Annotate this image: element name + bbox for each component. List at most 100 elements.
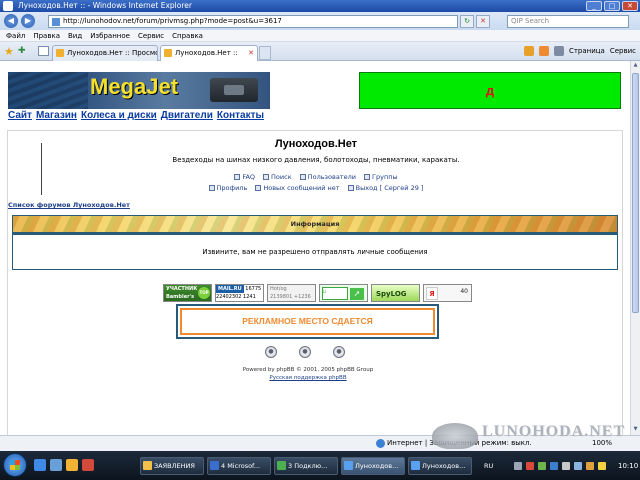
taskbar-button-folder[interactable]: ЗАЯВЛЕНИЯ (140, 457, 204, 475)
tray-display-icon[interactable] (574, 462, 582, 470)
stop-button[interactable]: ✕ (476, 15, 490, 28)
green-banner[interactable]: д (359, 72, 621, 109)
scrollbar-thumb[interactable] (632, 73, 639, 313)
nav-link-wheels[interactable]: Колеса и диски (81, 110, 157, 121)
faq-link[interactable]: FAQ (234, 173, 255, 181)
info-message: Извините, вам не разрешено отправлять ли… (202, 248, 428, 256)
add-favorites-icon[interactable]: ✚ (18, 46, 26, 56)
groups-link[interactable]: Группы (364, 173, 398, 181)
quicklaunch-ie-icon[interactable] (34, 459, 46, 471)
site-nav: Сайт Магазин Колеса и диски Двигатели Ко… (8, 110, 264, 121)
taskbar-button-ie-active[interactable]: Луноходов... (341, 457, 405, 475)
search-link[interactable]: Поиск (263, 173, 292, 181)
tray-app-icon[interactable] (514, 462, 522, 470)
close-button[interactable]: ✕ (622, 1, 638, 11)
watermark-text: LUNOHODA.NET (482, 423, 626, 440)
profile-link[interactable]: Профиль (208, 184, 247, 192)
info-header-divider (13, 232, 617, 235)
taskbar-button-word[interactable]: 4 Microsof... (207, 457, 271, 475)
back-button[interactable]: ◀ (4, 14, 18, 28)
megajet-banner[interactable]: MegaJet (8, 72, 270, 109)
profile-icon (208, 185, 215, 191)
favorites-star-icon[interactable]: ★ (4, 45, 14, 58)
tray-update-icon[interactable] (586, 462, 594, 470)
hotlog-value-1: 2139801 (270, 294, 293, 300)
menu-edit[interactable]: Правка (31, 30, 66, 41)
tray-volume-icon[interactable] (562, 462, 570, 470)
nav-link-site[interactable]: Сайт (8, 110, 32, 121)
mailru-value-1: 16775 (245, 286, 262, 292)
start-button[interactable] (3, 453, 27, 477)
quicklaunch-folder-icon[interactable] (66, 459, 78, 471)
menu-help[interactable]: Справка (170, 30, 209, 41)
vertical-scrollbar[interactable]: ▲ ▼ (630, 61, 640, 435)
ad-space[interactable]: РЕКЛАМНОЕ МЕСТО СДАЕТСЯ (176, 304, 439, 339)
nav-link-engines[interactable]: Двигатели (161, 110, 213, 121)
nav-link-shop[interactable]: Магазин (36, 110, 77, 121)
maximize-button[interactable]: □ (604, 1, 620, 11)
tray-network-icon[interactable] (538, 462, 546, 470)
language-indicator[interactable]: RU (484, 457, 493, 475)
mailru-counter[interactable]: MAIL.RU 16775 22402302 1241 (215, 284, 264, 302)
tools-menu[interactable]: Сервис (610, 46, 636, 57)
bamblers-counter[interactable]: УЧАСТНИК Bambler's TOP 100 (163, 284, 212, 302)
tab-label: Луноходов.Нет :: (175, 49, 238, 57)
scroll-up-arrow-icon[interactable]: ▲ (632, 62, 639, 70)
banner-decoration (8, 72, 88, 109)
clock[interactable]: 10:10 (618, 457, 638, 475)
forum-nav-row-2: Профиль Новых сообщений нет Выход [ Серг… (8, 184, 624, 193)
new-posts-icon[interactable]: ● (265, 346, 277, 358)
quick-tabs-icon[interactable] (38, 46, 49, 56)
page-menu[interactable]: Страница (569, 46, 605, 57)
tray-antivirus-icon[interactable] (526, 462, 534, 470)
forward-button[interactable]: ▶ (21, 14, 35, 28)
tray-qip-icon[interactable] (550, 462, 558, 470)
menu-tools[interactable]: Сервис (136, 30, 170, 41)
vehicle-watermark-icon (432, 423, 478, 449)
quicklaunch-desktop-icon[interactable] (50, 459, 62, 471)
ie-icon (3, 1, 13, 11)
liveinternet-arrow-icon: ➚ (350, 288, 364, 300)
megajet-logo: MegaJet (90, 74, 179, 99)
hotlog-counter[interactable]: Hot/og 2139801 +1236 (267, 284, 316, 302)
tray-icq-icon[interactable] (598, 462, 606, 470)
liveinternet-counter[interactable]: LI ➚ (319, 284, 368, 302)
no-new-posts-icon[interactable]: ● (299, 346, 311, 358)
search-input[interactable]: QIP Search (507, 15, 629, 28)
russian-support-link[interactable]: Русская поддержка phpBB (0, 375, 616, 381)
yandex-counter[interactable]: Я 40 (423, 284, 472, 302)
groups-icon (364, 174, 371, 180)
forum-description: Вездеходы на шинах низкого давления, бол… (172, 156, 460, 164)
address-toolbar: ◀ ▶ http://lunohodov.net/forum/privmsg.p… (0, 12, 640, 30)
address-input[interactable]: http://lunohodov.net/forum/privmsg.php?m… (48, 15, 458, 28)
new-tab-button[interactable] (259, 46, 271, 60)
logout-link[interactable]: Выход [ Сергей 29 ] (347, 184, 423, 192)
feeds-icon[interactable] (538, 46, 549, 56)
spylog-counter[interactable]: SpyLOG (371, 284, 420, 302)
messages-link[interactable]: Новых сообщений нет (255, 184, 340, 192)
tab-close-icon[interactable]: ✕ (248, 46, 254, 60)
scroll-down-arrow-icon[interactable]: ▼ (632, 426, 639, 434)
menu-file[interactable]: Файл (4, 30, 31, 41)
quicklaunch-app-icon[interactable] (82, 459, 94, 471)
menu-favorites[interactable]: Избранное (88, 30, 136, 41)
forum-container: Луноходов.Нет Вездеходы на шинах низкого… (7, 130, 623, 435)
tab-favicon (56, 49, 64, 57)
taskbar-button-connections[interactable]: 3 Подклю... (274, 457, 338, 475)
nav-link-contacts[interactable]: Контакты (217, 110, 264, 121)
members-link[interactable]: Пользователи (299, 173, 356, 181)
tab-label: Луноходов.Нет :: Просмо... (67, 49, 158, 57)
tab-forum-view[interactable]: Луноходов.Нет :: Просмо... (52, 45, 158, 61)
refresh-button[interactable]: ↻ (460, 15, 474, 28)
home-icon[interactable] (523, 46, 534, 56)
locked-forum-icon[interactable]: ● (333, 346, 345, 358)
window-title-bar[interactable]: Луноходов.Нет :: - Windows Internet Expl… (0, 0, 640, 12)
forum-index-link[interactable]: Список форумов Луноходов.Нет (8, 201, 130, 209)
minimize-button[interactable]: _ (586, 1, 602, 11)
messages-icon (255, 185, 262, 191)
command-bar: Страница Сервис (523, 46, 636, 57)
menu-view[interactable]: Вид (66, 30, 88, 41)
taskbar-button-ie[interactable]: Луноходов... (408, 457, 472, 475)
print-icon[interactable] (553, 46, 564, 56)
tab-forum-active[interactable]: Луноходов.Нет :: ✕ (160, 45, 258, 61)
